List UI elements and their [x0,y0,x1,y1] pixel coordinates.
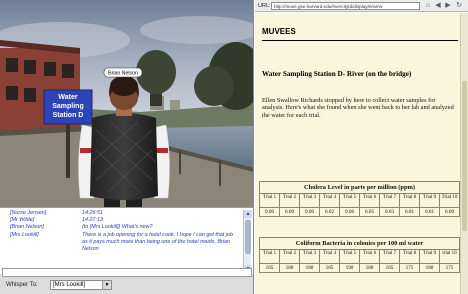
chat-message: (to [Mrs Lookill]) What's new? [82,224,153,231]
column-header: Trial 2 [279,249,300,264]
table-title: Coliform Bacteria in colonies per 100 ml… [259,237,460,250]
chat-message: There is a job opening for a hotel cook.… [82,231,234,253]
table-cell: 185 [259,263,280,273]
column-header: Trial 7 [379,249,400,264]
column-header: Trial 3 [299,249,320,264]
whisper-target-select[interactable]: [Mrs Lookill] ▼ [50,280,112,290]
table-cell: 180 [299,263,320,273]
table-cell: 175 [399,263,420,273]
table-cell: 180 [419,263,440,273]
url-bar: URL: http://muve.gse.harvard.edu/riverci… [255,0,468,12]
column-header: Trial 6 [359,249,380,264]
forward-arrow-icon[interactable]: ▶ [443,1,453,11]
table-cell: 185 [319,263,340,273]
chat-speaker: [Mrs Lookill] [10,231,39,238]
chat-line: [Brian Nelson] (to [Mrs Lookill]) What's … [10,224,238,231]
name-tag-text: Brian Nelson [108,71,138,77]
column-header: Trial 4 [319,249,340,264]
column-header: Trial 8 [399,249,420,264]
scroll-thumb[interactable] [245,220,251,254]
column-header: Trial 7 [379,193,400,208]
table-cell: 0.01 [399,207,420,217]
cholera-table: Cholera Level in parts per million (ppm)… [259,181,460,217]
scroll-up-icon[interactable]: ▲ [244,210,252,218]
table-cell: 185 [379,263,400,273]
column-header: Trial 3 [299,193,320,208]
3d-world-viewport[interactable]: Water Sampling Station D Brian Nelson [0,0,254,207]
whisper-bar [0,274,254,294]
column-header: Trial 5 [339,249,360,264]
column-header: Trial 4 [319,193,340,208]
table-header-row: Trial 1 Trial 2 Trial 3 Trial 4 Trial 5 Trial… [259,193,460,208]
table-cell: 0.01 [419,207,440,217]
chat-line: [Mrs Lookill] There is a job opening for … [10,232,238,254]
whisper-target-value: [Mrs Lookill] [53,282,86,288]
column-header: Trial 9 [419,249,440,264]
table-row: 0.00 0.00 0.00 0.02 0.06 0.05 0.03 0.01 0.01 0.00 [259,207,460,217]
browser-panel: URL: http://muve.gse.harvard.edu/riverci… [255,0,468,294]
table-cell: 0.00 [279,207,300,217]
url-input[interactable]: http://muve.gse.harvard.edu/rivercitytd/… [271,2,420,10]
station-heading: Water Sampling Station D- River (on the … [262,70,412,78]
site-title: MUVEES [262,27,296,36]
chat-speaker: [Brian Nelson] [10,224,44,231]
sign-line-3: Station D [53,112,84,119]
table-cell: 0.06 [339,207,360,217]
chat-input[interactable] [2,268,252,277]
divider [262,40,458,41]
page-scrollbar[interactable] [460,13,468,294]
column-header: Trial 2 [279,193,300,208]
table-cell: 0.02 [319,207,340,217]
url-label: URL: [258,3,271,9]
table-cell: 175 [439,263,460,273]
intro-paragraph: Ellen Swallow Richards stopped by here t… [262,97,454,119]
chat-line: [Nurse Jensen] 14:26:51 [10,210,238,217]
column-header: Trial 6 [359,193,380,208]
table-row: 185 180 180 185 190 180 185 175 180 175 [259,263,460,273]
table-cell: 180 [279,263,300,273]
table-header-row: Trial 1 Trial 2 Trial 3 Trial 4 Trial 5 Trial… [259,249,460,264]
refresh-icon[interactable]: ↻ [454,1,464,11]
chevron-down-icon[interactable]: ▼ [102,281,111,289]
table-cell: 0.00 [299,207,320,217]
table-cell: 0.03 [379,207,400,217]
column-header: Trial 5 [339,193,360,208]
table-cell: 0.05 [359,207,380,217]
sign-line-1: Water [58,94,77,101]
whisper-label: Whisper To: [6,282,38,288]
table-cell: 0.00 [259,207,280,217]
avatar-name-tag: Brian Nelson [103,67,143,78]
back-arrow-icon[interactable]: ◀ [433,1,443,11]
sign-line-2: Sampling [52,103,84,110]
column-header: Trial 9 [419,193,440,208]
table-cell: 0.00 [439,207,460,217]
column-header: Trial 8 [399,193,420,208]
chat-message: 14:27:13 [82,217,103,224]
chat-lines: [Nurse Jensen] 14:26:51 [Mr Wilde] 14:27:13… [10,210,238,272]
chat-message: 14:26:51 [82,210,103,216]
chat-speaker: [Mr Wilde] [10,217,35,224]
chat-speaker: [Nurse Jensen] [10,210,47,216]
coliform-table: Coliform Bacteria in colonies per 100 ml… [259,237,460,273]
home-icon[interactable]: ⌂ [423,1,433,11]
chat-log[interactable]: [Nurse Jensen] 14:26:51 [Mr Wilde] 14:27:13… [0,207,254,274]
table-cell: 180 [359,263,380,273]
table-title: Cholera Level in parts per million (ppm) [259,181,460,194]
column-header: trial 10 [439,249,460,264]
scene-render: Water Sampling Station D Brian Nelson [0,0,253,207]
column-header: Trial 1 [259,193,280,208]
column-header: Trial 1 [259,249,280,264]
column-header: Trial 10 [439,193,460,208]
table-cell: 190 [339,263,360,273]
chat-scrollbar[interactable]: ▲ ▼ [243,210,252,273]
page-scroll-thumb[interactable] [462,81,467,231]
chat-line: [Mr Wilde] 14:27:13 [10,217,238,224]
